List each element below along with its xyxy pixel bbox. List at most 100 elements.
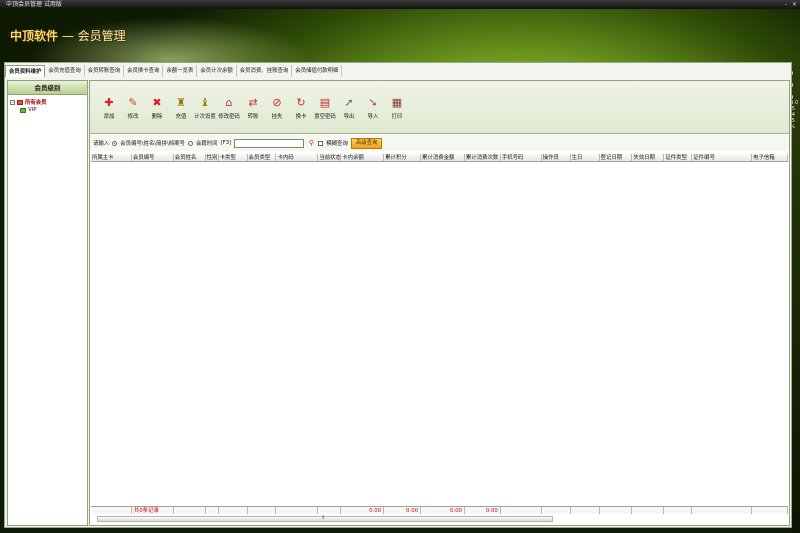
count-setting-button[interactable]: ♝ 计次设置 bbox=[194, 96, 216, 133]
main-panel: 会员资料维护 会员充值查询 会员转账查询 会员换卡查询 余额一览表 会员计次余额… bbox=[4, 62, 792, 528]
button-label: 计次设置 bbox=[194, 114, 216, 120]
column-header[interactable]: 累计消费次数 bbox=[465, 154, 501, 161]
record-count: 共0条记录 bbox=[132, 507, 174, 514]
close-button[interactable]: × bbox=[792, 0, 797, 9]
column-header[interactable]: 卡内余额 bbox=[341, 154, 385, 161]
column-header[interactable]: 证件类型 bbox=[664, 154, 693, 161]
search-by-member-radio[interactable] bbox=[112, 140, 118, 146]
tab-count-balance[interactable]: 会员计次余额 bbox=[197, 65, 237, 77]
app-banner: 中顶软件 — 会员管理 bbox=[0, 9, 800, 66]
tree-node-vip[interactable]: VIP bbox=[10, 106, 85, 114]
footer-cell bbox=[542, 507, 571, 514]
toolbar: ✚ 添加 ✎ 修改 ✖ 删除 ♜ 充值 ♝ 计次设置 ⌂ 修改密码 ⇄ 转账 ⊘… bbox=[90, 81, 789, 134]
footer-cell bbox=[752, 507, 788, 514]
member-level-panel: 会员级别 − 所有会员 VIP bbox=[7, 80, 88, 526]
footer-cell bbox=[91, 507, 132, 514]
search-bar: 请输入 会员编号\姓名\简拼\档案号 会籍时间 [F3] ⚲ 模糊查询 高级查询 bbox=[90, 135, 789, 151]
tab-member-info[interactable]: 会员资料维护 bbox=[5, 65, 46, 77]
tree-node-label: VIP bbox=[28, 107, 37, 113]
edit-icon: ✎ bbox=[128, 96, 138, 109]
search-by-date-label: 会籍时间 bbox=[195, 141, 218, 147]
recharge-icon: ♜ bbox=[176, 96, 186, 109]
column-header[interactable]: 性别 bbox=[206, 154, 219, 161]
search-icon[interactable]: ⚲ bbox=[307, 139, 315, 147]
column-header[interactable]: 当前状态 bbox=[318, 154, 342, 161]
transfer-button[interactable]: ⇄ 转账 bbox=[242, 96, 264, 133]
column-header[interactable]: 登记日期 bbox=[600, 154, 633, 161]
footer-cell bbox=[664, 507, 693, 514]
report-loss-icon: ⊘ bbox=[272, 96, 282, 109]
column-header[interactable]: 失效日期 bbox=[632, 154, 665, 161]
tab-transfer-query[interactable]: 会员转账查询 bbox=[85, 65, 125, 77]
column-header[interactable]: 累计积分 bbox=[384, 154, 422, 161]
column-header[interactable]: 操作员 bbox=[542, 154, 571, 161]
right-edge-panel bbox=[792, 66, 800, 533]
window-controls: - × bbox=[785, 0, 797, 9]
search-hotkey-hint: [F3] bbox=[220, 140, 232, 146]
fuzzy-search-checkbox[interactable] bbox=[318, 140, 324, 146]
total-consumption-amount: 0.00 bbox=[421, 507, 465, 514]
folder-icon bbox=[17, 99, 23, 105]
fuzzy-search-label: 模糊查询 bbox=[326, 141, 348, 147]
grip-icon: ⦀ bbox=[322, 515, 325, 521]
add-button[interactable]: ✚ 添加 bbox=[98, 96, 120, 133]
window-title: 中顶会员管理 试用版 bbox=[6, 1, 62, 8]
collapse-icon[interactable]: − bbox=[10, 99, 15, 105]
column-header[interactable]: 电子信箱 bbox=[752, 154, 788, 161]
sidebar-title: 会员级别 bbox=[8, 81, 87, 95]
column-header[interactable]: 所属主卡 bbox=[91, 154, 132, 161]
print-icon: ▦ bbox=[391, 96, 403, 109]
content-panel: ✚ 添加 ✎ 修改 ✖ 删除 ♜ 充值 ♝ 计次设置 ⌂ 修改密码 ⇄ 转账 ⊘… bbox=[89, 80, 790, 526]
report-loss-button[interactable]: ⊘ 挂失 bbox=[266, 96, 288, 133]
minimize-button[interactable]: - bbox=[785, 0, 787, 9]
print-button[interactable]: ▦ 打印 bbox=[386, 96, 408, 133]
tab-bar: 会员资料维护 会员充值查询 会员转账查询 会员换卡查询 余额一览表 会员计次余额… bbox=[5, 65, 343, 77]
scrollbar-thumb[interactable]: ⦀ bbox=[98, 515, 552, 521]
tab-payment-details[interactable]: 会员储值付款明细 bbox=[292, 65, 343, 77]
button-label: 打印 bbox=[391, 114, 403, 120]
delete-button[interactable]: ✖ 删除 bbox=[146, 96, 168, 133]
footer-cell bbox=[600, 507, 633, 514]
tab-consumption-query[interactable]: 会员消费、挂账查询 bbox=[237, 65, 293, 77]
column-header[interactable]: 会员类型 bbox=[248, 154, 277, 161]
total-points: 0.00 bbox=[384, 507, 422, 514]
search-input[interactable] bbox=[234, 138, 305, 148]
footer-cell bbox=[276, 507, 319, 514]
advanced-search-button[interactable]: 高级查询 bbox=[350, 137, 383, 149]
button-label: 添加 bbox=[103, 114, 115, 120]
column-header[interactable]: 手机号码 bbox=[501, 154, 542, 161]
recharge-button[interactable]: ♜ 充值 bbox=[170, 96, 192, 133]
footer-cell bbox=[219, 507, 248, 514]
column-header[interactable]: 证件编号 bbox=[692, 154, 753, 161]
clear-password-button[interactable]: ▤ 置空密码 bbox=[314, 96, 336, 133]
add-icon: ✚ bbox=[104, 96, 114, 109]
search-by-date-radio[interactable] bbox=[187, 140, 193, 146]
column-header[interactable]: 卡类型 bbox=[219, 154, 248, 161]
import-button[interactable]: ➘ 导入 bbox=[362, 96, 384, 133]
brand-name: 中顶软件 bbox=[10, 29, 59, 43]
footer-cell bbox=[248, 507, 277, 514]
footer-cell bbox=[501, 507, 542, 514]
export-button[interactable]: ➚ 导出 bbox=[338, 96, 360, 133]
tree-node-all-members[interactable]: − 所有会员 bbox=[10, 98, 85, 106]
column-header[interactable]: 会员姓名 bbox=[174, 154, 206, 161]
search-prompt: 请输入 bbox=[93, 141, 110, 147]
tab-balance-overview[interactable]: 余额一览表 bbox=[163, 65, 198, 77]
button-label: 修改密码 bbox=[218, 114, 240, 120]
column-header[interactable]: 会员编号 bbox=[132, 154, 174, 161]
change-password-button[interactable]: ⌂ 修改密码 bbox=[218, 96, 240, 133]
tab-recharge-query[interactable]: 会员充值查询 bbox=[45, 65, 85, 77]
footer-cell bbox=[318, 507, 342, 514]
change-password-icon: ⌂ bbox=[225, 96, 233, 109]
footer-cell bbox=[571, 507, 600, 514]
button-label: 导出 bbox=[343, 114, 355, 120]
banner-separator: — bbox=[58, 29, 78, 43]
column-header[interactable]: 生日 bbox=[571, 154, 600, 161]
change-card-button[interactable]: ↻ 换卡 bbox=[290, 96, 312, 133]
tab-card-change-query[interactable]: 会员换卡查询 bbox=[124, 65, 164, 77]
horizontal-scrollbar[interactable]: ⦀ bbox=[97, 515, 553, 522]
column-header[interactable]: 卡内码 bbox=[276, 154, 319, 161]
import-icon: ➘ bbox=[368, 96, 378, 109]
column-header[interactable]: 累计消费金额 bbox=[421, 154, 465, 161]
edit-button[interactable]: ✎ 修改 bbox=[122, 96, 144, 133]
